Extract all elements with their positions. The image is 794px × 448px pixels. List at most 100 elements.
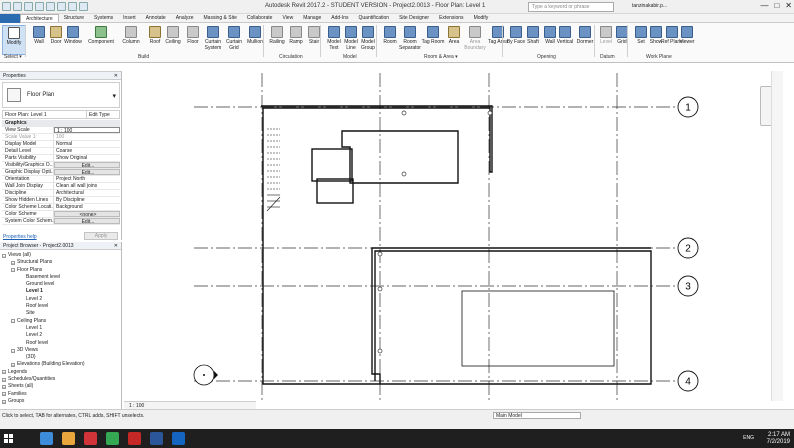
start-button[interactable]	[4, 434, 13, 443]
room-outline[interactable]	[311, 148, 353, 182]
tab-systems[interactable]: Systems	[89, 14, 118, 22]
tab-massing-site[interactable]: Massing & Site	[199, 14, 242, 22]
stair[interactable]	[266, 128, 281, 212]
wall-outline[interactable]	[371, 247, 651, 384]
expand-icon[interactable]: +	[11, 363, 15, 368]
column-marker[interactable]	[401, 110, 407, 116]
chevron-down-icon[interactable]: ▾	[112, 92, 116, 100]
expand-icon[interactable]: +	[2, 392, 6, 397]
collapse-icon[interactable]: −	[11, 268, 15, 273]
browser-tree-item[interactable]: Level 1	[2, 325, 85, 332]
expand-icon[interactable]: +	[2, 384, 6, 389]
component-button[interactable]: Component	[86, 25, 116, 55]
system-clock[interactable]: 2:17 AM 7/2/2019	[767, 432, 790, 446]
browser-tree-item[interactable]: Level 2	[2, 296, 85, 303]
file-explorer-icon[interactable]	[62, 432, 75, 445]
browser-tree-item[interactable]: −3D Views	[2, 347, 85, 354]
browser-tree-item[interactable]: Roof level	[2, 303, 85, 310]
word-icon[interactable]	[150, 432, 163, 445]
browser-tree-item[interactable]: Roof level	[2, 340, 85, 347]
browser-tree-item[interactable]: Site	[2, 310, 85, 317]
close-button[interactable]: ✕	[785, 1, 792, 10]
search-input[interactable]: Type a keyword or phrase	[528, 2, 614, 12]
panel-room-area[interactable]: Room & Area ▾	[424, 54, 458, 60]
browser-tree-item[interactable]: Level 2	[2, 332, 85, 339]
browser-tree-item[interactable]: + Schedules/Quantities	[2, 376, 85, 383]
room-separator-button[interactable]: Room Separator	[396, 25, 424, 55]
room-outline[interactable]	[461, 290, 615, 367]
tab-collaborate[interactable]: Collaborate	[242, 14, 278, 22]
property-button[interactable]: Edit...	[54, 162, 120, 168]
browser-tree-item[interactable]: + Elevations (Building Elevation)	[2, 361, 85, 368]
maximize-button[interactable]: □	[774, 1, 779, 10]
tab-analyze[interactable]: Analyze	[171, 14, 199, 22]
property-button[interactable]: Edit...	[54, 169, 120, 175]
tab-add-ins[interactable]: Add-Ins	[326, 14, 353, 22]
browser-tree-item[interactable]: + Structural Plans	[2, 259, 85, 266]
tab-insert[interactable]: Insert	[118, 14, 141, 22]
window-button[interactable]: Window	[61, 25, 85, 55]
app-menu-icon[interactable]	[2, 2, 11, 11]
collapse-icon[interactable]: −	[2, 253, 6, 258]
type-selector[interactable]: Floor Plan ▾	[2, 82, 120, 108]
expand-icon[interactable]: +	[2, 377, 6, 382]
column-marker[interactable]	[377, 348, 383, 354]
close-icon[interactable]: ✕	[114, 73, 118, 79]
save-icon[interactable]	[24, 2, 33, 11]
3d-view-icon[interactable]	[79, 2, 88, 11]
print-icon[interactable]	[57, 2, 66, 11]
drawing-canvas[interactable]: 1 2 3 4	[124, 71, 782, 401]
floor-plan-drawing[interactable]: 1 2 3 4	[124, 71, 782, 401]
edit-type-button[interactable]: Edit Type	[87, 111, 119, 118]
collapse-icon[interactable]: −	[11, 319, 15, 324]
column-marker[interactable]	[377, 286, 383, 292]
property-value[interactable]: 1 : 100	[54, 127, 120, 133]
close-icon[interactable]: ✕	[114, 243, 118, 249]
column-marker[interactable]	[401, 171, 407, 177]
minimize-button[interactable]: —	[760, 1, 768, 10]
property-button[interactable]: <none>	[54, 211, 120, 217]
tab-manage[interactable]: Manage	[298, 14, 326, 22]
user-account[interactable]: tanzinakabir.p...	[632, 3, 667, 9]
browser-tree-item[interactable]: + Sheets (all)	[2, 383, 85, 390]
measure-icon[interactable]	[68, 2, 77, 11]
vertical-scrollbar[interactable]	[771, 71, 783, 401]
browser-tree-item[interactable]: − Ceiling Plans	[2, 318, 85, 325]
tab-extensions[interactable]: Extensions	[434, 14, 468, 22]
tab-quantification[interactable]: Quantification	[354, 14, 395, 22]
column-button[interactable]: Column	[119, 25, 143, 55]
elevation-arrow-icon[interactable]	[214, 371, 218, 379]
undo-icon[interactable]	[35, 2, 44, 11]
browser-tree-item[interactable]: Basement level	[2, 274, 85, 281]
wall-outline[interactable]	[374, 250, 652, 385]
chrome-icon[interactable]	[106, 432, 119, 445]
tab-modify[interactable]: Modify	[469, 14, 494, 22]
room-outline[interactable]	[316, 178, 354, 204]
redo-icon[interactable]	[46, 2, 55, 11]
browser-tree-item[interactable]: {3D}	[2, 354, 85, 361]
collapse-icon[interactable]: −	[11, 348, 15, 353]
browser-tree-item[interactable]: Ground level	[2, 281, 85, 288]
tab-site-designer[interactable]: Site Designer	[394, 14, 434, 22]
property-button[interactable]: Edit...	[54, 218, 120, 224]
browser-tree-item[interactable]: − Views (all)	[2, 252, 85, 259]
properties-help-link[interactable]: Properties help	[3, 234, 37, 240]
revit-menu-button[interactable]	[0, 14, 20, 23]
tab-structure[interactable]: Structure	[59, 14, 89, 22]
tab-view[interactable]: View	[277, 14, 298, 22]
viewer-button[interactable]: Viewer	[675, 25, 699, 55]
column-marker[interactable]	[377, 251, 383, 257]
open-icon[interactable]	[13, 2, 22, 11]
browser-tree-item[interactable]: Level 1	[2, 288, 85, 295]
mail-icon[interactable]	[84, 432, 97, 445]
expand-icon[interactable]: +	[2, 399, 6, 404]
quick-access-toolbar[interactable]	[2, 2, 88, 11]
modify-button[interactable]: Modify	[2, 25, 26, 55]
browser-tree-item[interactable]: + Families	[2, 391, 85, 398]
browser-tree-item[interactable]: + Legends	[2, 369, 85, 376]
expand-icon[interactable]: +	[2, 370, 6, 375]
room-outline[interactable]	[341, 130, 459, 184]
property-group[interactable]: Graphics	[2, 120, 120, 127]
language-indicator[interactable]: ENG	[743, 435, 754, 441]
tab-architecture[interactable]: Architecture	[20, 14, 59, 22]
